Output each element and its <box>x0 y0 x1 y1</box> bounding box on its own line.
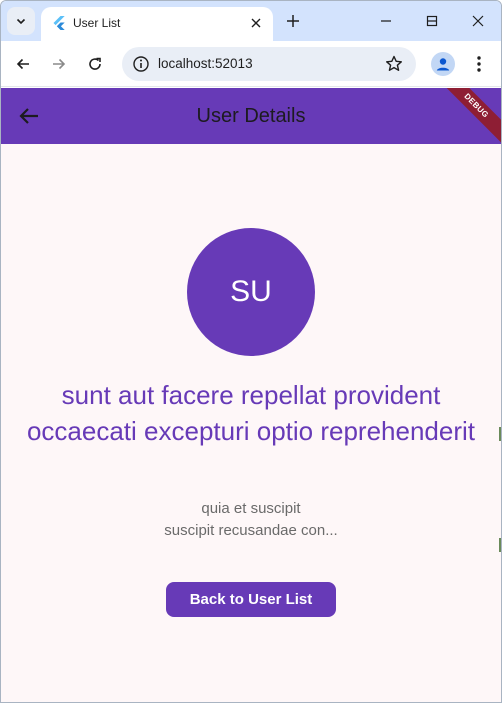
window-minimize-button[interactable] <box>363 7 409 35</box>
profile-icon <box>436 58 450 71</box>
window-close-button[interactable] <box>455 7 501 35</box>
new-tab-button[interactable] <box>281 9 305 33</box>
avatar: SU <box>187 228 315 356</box>
post-body: quia et suscipit suscipit recusandae con… <box>21 498 481 542</box>
back-button[interactable] <box>9 50 37 78</box>
flutter-icon <box>53 16 65 30</box>
back-icon <box>16 58 29 70</box>
app-viewport: User Details DEBUG SU sunt aut facere re… <box>1 88 501 702</box>
tab-search-button[interactable] <box>7 7 35 35</box>
more-icon <box>477 56 481 72</box>
minimize-icon <box>381 20 391 22</box>
avatar-initials: SU <box>230 275 272 308</box>
info-icon[interactable] <box>132 55 150 73</box>
browser-toolbar: localhost:52013 <box>1 41 501 87</box>
post-body-line: quia et suscipit <box>201 500 301 517</box>
plus-icon <box>287 15 299 27</box>
window-maximize-button[interactable] <box>409 7 455 35</box>
tab-title: User List <box>73 16 121 30</box>
profile-button[interactable] <box>431 52 455 76</box>
page-title: User Details <box>196 105 306 127</box>
browser-window: User List localhost:52013 User Details D… <box>0 0 502 703</box>
browser-tab[interactable]: User List <box>41 7 273 41</box>
close-icon[interactable] <box>247 14 265 32</box>
maximize-icon <box>426 15 438 27</box>
forward-icon <box>53 58 66 70</box>
more-button[interactable] <box>467 52 491 76</box>
window-close-icon <box>472 15 484 27</box>
star-icon[interactable] <box>384 54 404 74</box>
reload-icon <box>89 57 101 70</box>
post-title: sunt aut facere repellat provident occae… <box>26 380 476 446</box>
edge-marks <box>498 88 501 702</box>
reload-button[interactable] <box>81 50 109 78</box>
post-body-line: suscipit recusandae con... <box>164 522 338 539</box>
chevron-down-icon <box>16 18 26 25</box>
url-text[interactable]: localhost:52013 <box>158 56 253 72</box>
forward-button[interactable] <box>45 50 73 78</box>
address-bar[interactable]: localhost:52013 <box>122 47 416 81</box>
app-bar: User Details DEBUG <box>1 88 501 151</box>
back-to-user-list-button[interactable]: Back to User List <box>166 582 336 617</box>
